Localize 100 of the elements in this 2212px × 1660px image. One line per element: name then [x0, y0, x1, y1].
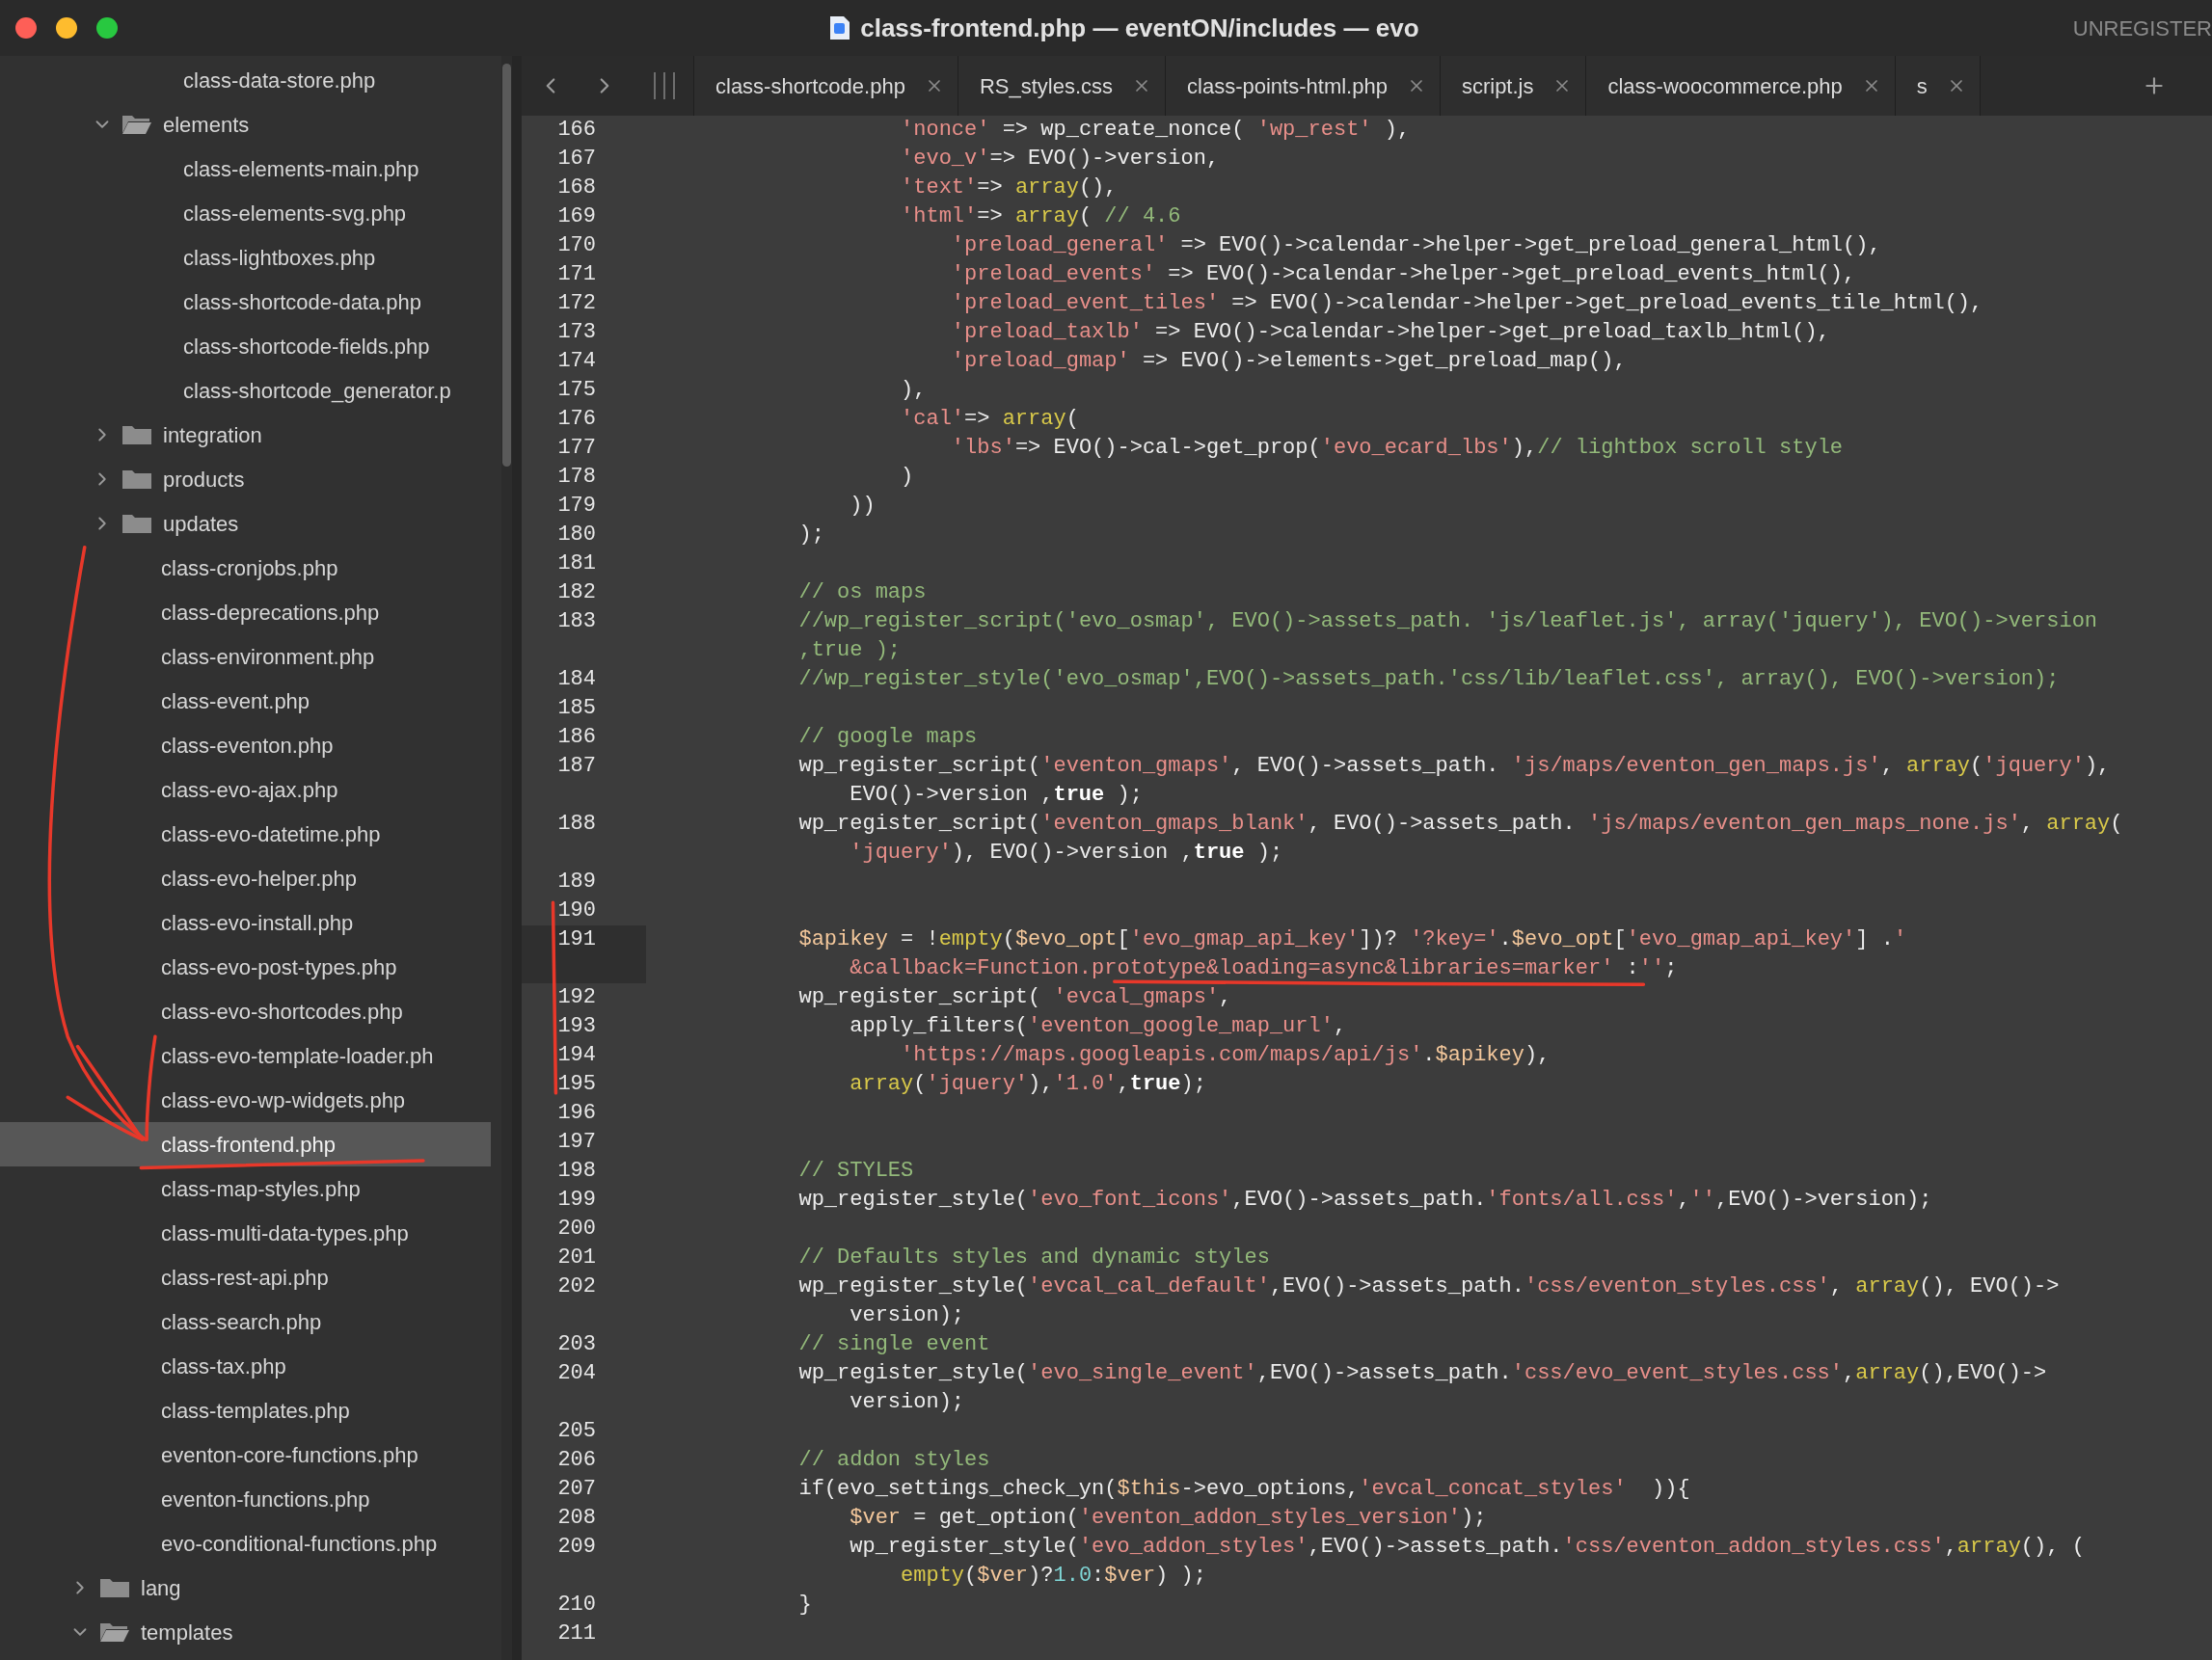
minimize-window-button[interactable]	[56, 17, 77, 39]
code-line: //wp_register_script('evo_osmap', EVO()->assets_path. 'js/leaflet.js', array('jquery'), EVO()->version	[797, 608, 2098, 635]
line-number: 190	[556, 897, 597, 924]
code-line: //wp_register_style('evo_osmap',EVO()->assets_path.'css/lib/leaflet.css', array(), EVO()->version);	[797, 666, 2060, 693]
code-line: 'https://maps.googleapis.com/maps/api/js'.$apikey),	[900, 1042, 1551, 1069]
file-item[interactable]: class-search.php	[0, 1299, 491, 1344]
code-line: // addon styles	[797, 1447, 990, 1474]
code-line: apply_filters('eventon_google_map_url',	[849, 1013, 1347, 1040]
code-line: )	[900, 464, 914, 491]
line-number: 202	[556, 1273, 597, 1300]
folder-item[interactable]: elements	[0, 102, 501, 147]
code-line: 'lbs'=> EVO()->cal->get_prop('evo_ecard_lbs'),// lightbox scroll style	[950, 435, 1844, 462]
close-window-button[interactable]	[15, 17, 37, 39]
line-number: 200	[556, 1216, 597, 1243]
folder-item[interactable]: updates	[0, 501, 501, 546]
file-item[interactable]: class-evo-template-loader.ph	[0, 1033, 491, 1078]
code-line: 'preload_general' => EVO()->calendar->helper->get_preload_general_html(),	[950, 232, 1881, 259]
file-item[interactable]: class-elements-svg.php	[0, 191, 491, 235]
line-number: 211	[556, 1620, 597, 1647]
line-number: 203	[556, 1331, 597, 1358]
line-number: 185	[556, 695, 597, 722]
folder-icon	[121, 423, 152, 446]
file-item[interactable]: eventon-functions.php	[0, 1477, 491, 1521]
file-item[interactable]: evo-conditional-functions.php	[0, 1521, 491, 1566]
file-item[interactable]: class-evo-helper.php	[0, 856, 491, 900]
file-item[interactable]: class-environment.php	[0, 634, 491, 679]
unregistered-label: UNREGISTER	[2072, 14, 2212, 42]
line-number: 169	[556, 203, 597, 230]
file-item[interactable]: class-cronjobs.php	[0, 546, 491, 590]
line-number: 182	[556, 579, 597, 606]
code-line: empty($ver)?1.0:$ver) );	[900, 1563, 1206, 1590]
line-number: 175	[556, 377, 597, 404]
file-item[interactable]: class-data-store.php	[0, 58, 491, 102]
code-line: $apikey = !empty($evo_opt['evo_gmap_api_key'])? '?key='.$evo_opt['evo_gmap_api_key'] .'	[797, 926, 1907, 953]
file-item[interactable]: class-tax.php	[0, 1344, 491, 1388]
line-number: 177	[556, 435, 597, 462]
code-line: wp_register_style('evcal_cal_default',EVO()->assets_path.'css/eventon_styles.css', array(), EVO()->	[797, 1273, 2060, 1300]
file-item[interactable]: eventon-core-functions.php	[0, 1432, 491, 1477]
line-number: 208	[556, 1505, 597, 1532]
code-line: 'preload_taxlb' => EVO()->calendar->helper->get_preload_taxlb_html(),	[950, 319, 1830, 346]
file-item[interactable]: class-templates.php	[0, 1388, 491, 1432]
line-number: 174	[556, 348, 597, 375]
folder-icon	[121, 512, 152, 535]
line-number: 194	[556, 1042, 597, 1069]
file-item[interactable]: class-evo-post-types.php	[0, 945, 491, 989]
code-line: // Defaults styles and dynamic styles	[797, 1245, 1270, 1272]
open-folder-icon	[99, 1620, 130, 1644]
file-item[interactable]: class-evo-datetime.php	[0, 812, 491, 856]
file-item[interactable]: class-evo-ajax.php	[0, 767, 491, 812]
line-number: 181	[556, 550, 597, 577]
open-folder-icon	[121, 113, 152, 136]
file-item[interactable]: class-multi-data-types.php	[0, 1211, 491, 1255]
line-number: 199	[556, 1187, 597, 1214]
code-line: wp_register_style('evo_single_event',EVO()->assets_path.'css/evo_event_styles.css',array(),EVO()->	[797, 1360, 2047, 1387]
code-line: ))	[849, 493, 876, 520]
file-item[interactable]: class-evo-install.php	[0, 900, 491, 945]
file-item[interactable]: class-lightboxes.php	[0, 235, 491, 280]
code-line: version);	[849, 1302, 965, 1329]
file-item[interactable]: class-elements-main.php	[0, 147, 491, 191]
folder-icon	[99, 1576, 130, 1599]
line-number: 166	[556, 117, 597, 144]
code-line: version);	[849, 1389, 965, 1416]
file-item[interactable]: class-rest-api.php	[0, 1255, 491, 1299]
code-line: wp_register_style('evo_font_icons',EVO()->assets_path.'fonts/all.css','',EVO()->version);	[797, 1187, 1932, 1214]
line-number: 186	[556, 724, 597, 751]
code-line: // STYLES	[797, 1158, 914, 1185]
line-number: 207	[556, 1476, 597, 1503]
sidebar-scrollbar[interactable]	[501, 56, 512, 1660]
folder-icon	[121, 468, 152, 491]
file-item[interactable]: class-evo-shortcodes.php	[0, 989, 491, 1033]
line-number: 176	[556, 406, 597, 433]
file-item[interactable]: class-deprecations.php	[0, 590, 491, 634]
file-item[interactable]: class-shortcode-fields.php	[0, 324, 491, 368]
folder-item[interactable]: lang	[0, 1566, 501, 1610]
line-number: 206	[556, 1447, 597, 1474]
code-line: 'evo_v'=> EVO()->version,	[900, 146, 1220, 173]
file-item[interactable]: class-map-styles.php	[0, 1166, 491, 1211]
file-item[interactable]: class-eventon.php	[0, 723, 491, 767]
code-line: 'html'=> array( // 4.6	[900, 203, 1181, 230]
folder-item[interactable]: templates	[0, 1610, 501, 1654]
code-line: 'text'=> array(),	[900, 174, 1118, 201]
file-item[interactable]: class-evo-wp-widgets.php	[0, 1078, 491, 1122]
folder-item[interactable]: integration	[0, 413, 501, 457]
folder-item[interactable]: products	[0, 457, 501, 501]
line-number: 196	[556, 1100, 597, 1127]
code-line: wp_register_script('eventon_gmaps_blank', EVO()->assets_path. 'js/maps/eventon_gen_maps_none.js', array(	[797, 811, 2123, 838]
code-line: &callback=Function.prototype&loading=async&libraries=marker' :'';	[849, 955, 1678, 982]
code-line: 'jquery'), EVO()->version ,true );	[849, 840, 1283, 867]
line-number: 210	[556, 1592, 597, 1619]
line-number: 201	[556, 1245, 597, 1272]
file-item[interactable]: class-shortcode-data.php	[0, 280, 491, 324]
line-number: 198	[556, 1158, 597, 1185]
file-item[interactable]: class-event.php	[0, 679, 491, 723]
zoom-window-button[interactable]	[96, 17, 118, 39]
code-line: 'preload_events' => EVO()->calendar->helper->get_preload_events_html(),	[950, 261, 1856, 288]
file-item[interactable]: class-frontend.php	[0, 1122, 491, 1166]
line-number: 209	[556, 1534, 597, 1561]
file-item[interactable]: class-shortcode_generator.p	[0, 368, 491, 413]
code-line: 'nonce' => wp_create_nonce( 'wp_rest' ),	[900, 117, 1411, 144]
code-line: 'cal'=> array(	[900, 406, 1079, 433]
